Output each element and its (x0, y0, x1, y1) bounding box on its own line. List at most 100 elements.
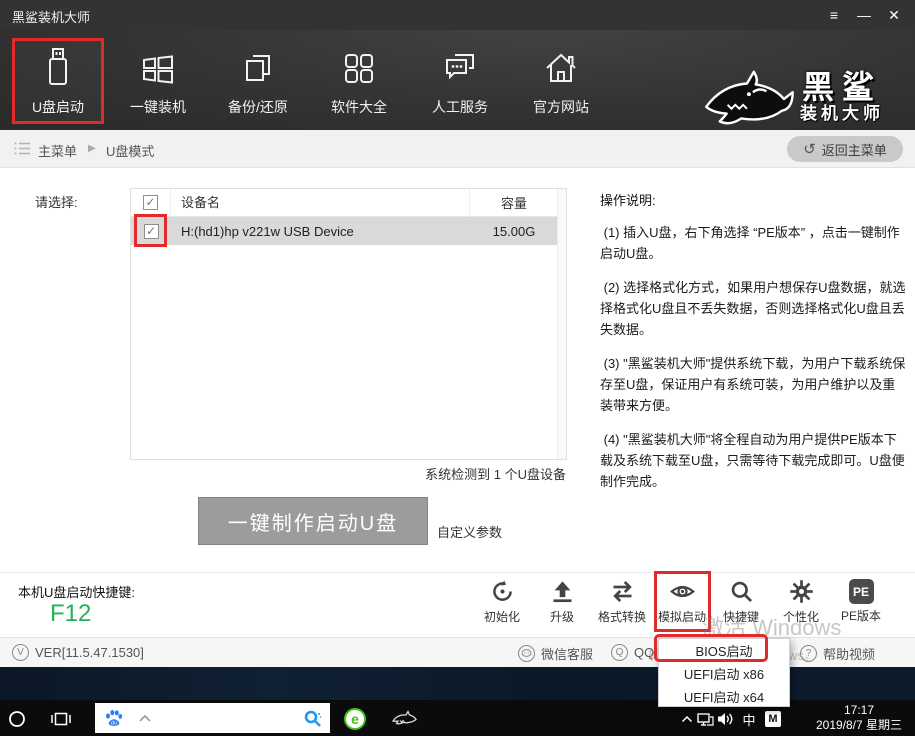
column-device-name: 设备名 (171, 189, 470, 217)
breadcrumb-current: U盘模式 (106, 141, 154, 160)
browser-e-icon[interactable]: e (344, 708, 366, 730)
menu-item-uefi-x86[interactable]: UEFI启动 x86 (659, 662, 789, 685)
select-label: 请选择: (35, 192, 78, 211)
minimize-icon[interactable]: — (851, 4, 877, 26)
nav-item-usb-boot[interactable]: U盘启动 (12, 38, 104, 124)
nav-label: 官方网站 (533, 97, 589, 117)
table-header: ✓ 设备名 容量 (131, 189, 558, 217)
nav-item-one-key-install[interactable]: 一键装机 (112, 38, 204, 124)
back-to-main-menu-button[interactable]: ↺ 返回主菜单 (787, 136, 903, 162)
task-view-icon[interactable] (50, 708, 72, 730)
select-all-checkbox[interactable]: ✓ (143, 195, 158, 210)
tool-label: PE版本 (841, 607, 881, 624)
wechat-icon (518, 645, 535, 662)
help-icon: ? (800, 645, 817, 662)
wechat-label: 微信客服 (541, 644, 593, 663)
speaker-icon[interactable] (714, 708, 736, 730)
qq-icon: Q (611, 644, 628, 661)
network-icon[interactable] (694, 708, 716, 730)
boot-hotkey-value: F12 (50, 600, 91, 628)
ime-mode-badge: M (765, 711, 781, 727)
tool-upgrade[interactable]: 升级 (533, 578, 591, 632)
tool-label: 快捷键 (723, 608, 759, 625)
menu-item-bios-boot[interactable]: BIOS启动 (659, 639, 789, 662)
nav-item-human-service[interactable]: 人工服务 (414, 38, 506, 124)
table-scrollbar[interactable] (557, 189, 566, 459)
brand-text: 黑鲨 装机大师 (800, 70, 884, 124)
boot-hotkey-label: 本机U盘启动快捷键: (18, 582, 135, 601)
apps-grid-icon (337, 46, 381, 90)
list-icon (14, 141, 31, 156)
svg-text:du: du (111, 721, 117, 727)
search-icon (728, 578, 755, 605)
format-convert-icon (609, 578, 636, 605)
tool-label: 升级 (550, 608, 574, 625)
browser-e-letter: e (344, 708, 366, 730)
breadcrumb-root[interactable]: 主菜单 (38, 141, 77, 160)
backup-restore-icon (236, 46, 280, 90)
chevron-up-icon[interactable] (138, 714, 152, 723)
wechat-support[interactable]: 微信客服 (518, 644, 593, 663)
tool-format-convert[interactable]: 格式转换 (593, 578, 651, 632)
device-name-cell: H:(hd1)hp v221w USB Device (171, 224, 470, 239)
nav-item-backup-restore[interactable]: 备份/还原 (212, 38, 304, 124)
tool-shortcuts[interactable]: 快捷键 (712, 578, 770, 632)
nav-label: U盘启动 (32, 97, 84, 117)
capacity-cell: 15.00G (470, 224, 558, 239)
clock-date: 2019/8/7 星期三 (808, 718, 910, 733)
ime-language-indicator[interactable]: 中 (738, 708, 760, 730)
title-bar: 黑鲨装机大师 ≡ — ✕ (0, 0, 915, 30)
breadcrumb: 主菜单 ▶ U盘模式 ↺ 返回主菜单 (0, 130, 915, 168)
instruction-step: (2) 选择格式化方式，如果用户想保存U盘数据，就选择格式化U盘且不丢失数据，否… (600, 277, 906, 340)
simulate-boot-highlight-box (654, 571, 711, 632)
clock-time: 17:17 (808, 703, 910, 718)
version-text: VER[11.5.47.1530] (35, 645, 144, 660)
custom-params-link[interactable]: 自定义参数 (437, 522, 502, 541)
menu-icon[interactable]: ≡ (821, 4, 847, 26)
nav-item-software-center[interactable]: 软件大全 (313, 38, 405, 124)
tool-initialize[interactable]: 初始化 (473, 578, 531, 632)
checkbox-highlight-box (134, 214, 167, 247)
nav-label: 一键装机 (130, 97, 186, 117)
menu-item-uefi-x64[interactable]: UEFI启动 x64 (659, 685, 789, 708)
tool-label: 格式转换 (598, 608, 646, 625)
detect-status-text: 系统检测到 1 个U盘设备 (425, 464, 566, 483)
back-arrow-icon: ↺ (803, 140, 816, 158)
column-capacity: 容量 (470, 193, 558, 212)
usb-drive-icon (36, 46, 80, 90)
home-icon (539, 46, 583, 90)
qq-support[interactable]: Q QQ (611, 644, 654, 661)
taskbar-search-box[interactable]: du (95, 703, 330, 733)
main-content: 请选择: ✓ 设备名 容量 ✓ H:(hd1)hp v221w USB Devi… (0, 168, 915, 637)
device-table: ✓ 设备名 容量 ✓ H:(hd1)hp v221w USB Device 15… (130, 188, 567, 460)
shark-app-icon[interactable] (390, 708, 418, 730)
one-key-install-icon (136, 46, 180, 90)
reset-icon (489, 578, 516, 605)
cortana-icon[interactable] (6, 708, 28, 730)
instruction-step: (3) "黑鲨装机大师"提供系统下载，为用户下载系统保存至U盘，保证用户有系统可… (600, 353, 906, 416)
tool-pe-version[interactable]: PE PE版本 (832, 578, 890, 632)
upgrade-icon (549, 578, 576, 605)
tool-label: 初始化 (484, 608, 520, 625)
instruction-step: (4) "黑鲨装机大师"将全程自动为用户提供PE版本下载及系统下载至U盘，只需等… (600, 429, 906, 492)
ime-mode-icon[interactable]: M (762, 708, 784, 730)
make-boot-usb-button[interactable]: 一键制作启动U盘 (198, 497, 428, 545)
nav-item-official-website[interactable]: 官方网站 (515, 38, 607, 124)
nav-label: 备份/还原 (228, 97, 288, 117)
taskbar-clock[interactable]: 17:17 2019/8/7 星期三 (808, 703, 910, 733)
help-videos[interactable]: ? 帮助视频 (800, 644, 875, 663)
tool-personalize[interactable]: 个性化 (772, 578, 830, 632)
qq-label: QQ (634, 645, 654, 660)
table-row[interactable]: ✓ H:(hd1)hp v221w USB Device 15.00G (131, 217, 558, 245)
close-icon[interactable]: ✕ (881, 4, 907, 26)
version-icon: V (12, 644, 29, 661)
brand-line2: 装机大师 (800, 104, 884, 124)
back-button-label: 返回主菜单 (822, 140, 887, 159)
search-glyph-icon[interactable] (303, 709, 322, 728)
breadcrumb-separator-icon: ▶ (88, 143, 96, 154)
version-info: V VER[11.5.47.1530] (12, 644, 144, 661)
shark-logo (698, 66, 796, 134)
nav-label: 人工服务 (432, 97, 488, 117)
boot-mode-menu: BIOS启动 UEFI启动 x86 UEFI启动 x64 (658, 638, 790, 707)
nav-header: U盘启动 一键装机 备份/还原 软件大全 (0, 30, 915, 130)
